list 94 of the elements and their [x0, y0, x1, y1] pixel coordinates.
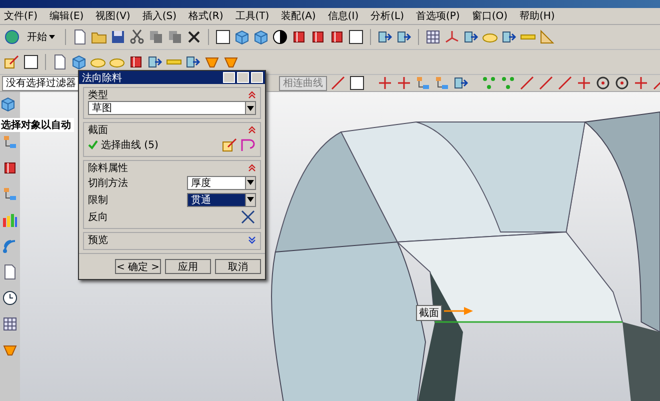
tree-icon[interactable]: [415, 75, 431, 91]
arrow-icon[interactable]: [396, 29, 412, 45]
sketch-icon[interactable]: [4, 54, 20, 70]
menu-item[interactable]: 分析(L): [370, 9, 404, 23]
line-icon[interactable]: [557, 75, 573, 91]
collapse-chevron-icon[interactable]: [248, 91, 256, 99]
cross-icon[interactable]: [186, 29, 202, 45]
menu-item[interactable]: 文件(F): [4, 9, 38, 23]
line-icon[interactable]: [330, 75, 346, 91]
dots-icon[interactable]: [481, 75, 497, 91]
tree-icon[interactable]: [434, 75, 450, 91]
plus-icon[interactable]: [576, 75, 592, 91]
block-icon[interactable]: [2, 160, 18, 176]
axes-icon[interactable]: [444, 29, 460, 45]
reverse-arrows-icon[interactable]: [240, 208, 256, 224]
square-icon[interactable]: [349, 75, 365, 91]
triangle-icon[interactable]: [539, 29, 555, 45]
copy-icon[interactable]: [148, 29, 164, 45]
sketch-icon[interactable]: [222, 136, 238, 152]
property-label: 限制: [88, 194, 108, 206]
arrow-icon[interactable]: [147, 54, 163, 70]
menu-item[interactable]: 装配(A): [281, 9, 316, 23]
tree-icon[interactable]: [2, 186, 18, 202]
menu-item[interactable]: 信息(I): [328, 9, 359, 23]
block-icon[interactable]: [329, 29, 345, 45]
menu-item[interactable]: 编辑(E): [50, 9, 84, 23]
property-dropdown[interactable]: 厚度: [187, 176, 256, 190]
dropdown-arrow-icon[interactable]: [247, 197, 254, 202]
menu-item[interactable]: 格式(R): [188, 9, 224, 23]
collapse-chevron-icon[interactable]: [248, 164, 256, 172]
menu-item[interactable]: 视图(V): [96, 9, 130, 23]
menu-item[interactable]: 插入(S): [142, 9, 176, 23]
cube-icon[interactable]: [253, 29, 269, 45]
arrow-icon[interactable]: [453, 75, 469, 91]
dialog-button[interactable]: < 确定 >: [115, 259, 161, 274]
dialog-button[interactable]: 取消: [215, 259, 261, 274]
plus-icon[interactable]: [633, 75, 649, 91]
grid-icon[interactable]: [425, 29, 441, 45]
selection-hint: 选择对象以自动: [0, 118, 74, 132]
selection-filter-dropdown[interactable]: 没有选择过滤器: [2, 76, 80, 90]
page-icon[interactable]: [52, 54, 68, 70]
tree-icon[interactable]: [2, 134, 18, 150]
globe-icon[interactable]: [4, 29, 20, 45]
select-curve-label[interactable]: 选择曲线 (5): [101, 138, 158, 152]
section-title: 除料属性: [88, 162, 128, 175]
menu-item[interactable]: 首选项(P): [416, 9, 460, 23]
circle-icon[interactable]: [614, 75, 630, 91]
dots-icon[interactable]: [500, 75, 516, 91]
line-icon[interactable]: [538, 75, 554, 91]
page-icon[interactable]: [72, 29, 88, 45]
square-icon[interactable]: [23, 54, 39, 70]
plus-icon[interactable]: [377, 75, 393, 91]
square-icon[interactable]: [348, 29, 364, 45]
caret-icon[interactable]: [49, 35, 55, 39]
bars-icon[interactable]: [2, 212, 18, 228]
menu-item[interactable]: 窗口(O): [472, 9, 508, 23]
section-title: 截面: [88, 124, 108, 137]
section-title: 类型: [88, 88, 108, 102]
dialog-title: 法向除料: [82, 72, 122, 84]
block-icon[interactable]: [291, 29, 307, 45]
clock-icon[interactable]: [2, 290, 18, 306]
dialog-button[interactable]: 应用: [165, 259, 211, 274]
dropdown-arrow-icon[interactable]: [247, 106, 254, 110]
direction-arrow-icon: [444, 306, 474, 316]
property-label: 反向: [88, 210, 108, 224]
arrow-icon[interactable]: [501, 29, 517, 45]
arrow-icon[interactable]: [463, 29, 479, 45]
disc-icon[interactable]: [272, 29, 288, 45]
square-icon[interactable]: [215, 29, 231, 45]
type-dropdown[interactable]: 草图: [88, 101, 256, 115]
line-icon[interactable]: [519, 75, 535, 91]
arrow-icon[interactable]: [185, 54, 201, 70]
circle-icon[interactable]: [595, 75, 611, 91]
menu-item[interactable]: 工具(T): [235, 9, 270, 23]
collapse-chevron-icon[interactable]: [248, 126, 256, 134]
block-icon[interactable]: [310, 29, 326, 45]
dropdown-arrow-icon[interactable]: [247, 180, 254, 185]
wave-icon[interactable]: [2, 238, 18, 254]
expand-chevron-icon[interactable]: [248, 236, 256, 244]
cube-icon[interactable]: [234, 29, 250, 45]
plus-icon[interactable]: [396, 75, 412, 91]
menu-item[interactable]: 帮助(H): [520, 9, 555, 23]
start-button[interactable]: 开始: [23, 30, 59, 44]
scissors-icon[interactable]: [129, 29, 145, 45]
section-label: 截面: [416, 305, 442, 321]
arrow-icon[interactable]: [377, 29, 393, 45]
section-title: 预览: [88, 234, 108, 247]
property-label: 切削方法: [88, 176, 128, 190]
block-icon[interactable]: [128, 54, 144, 70]
page-icon[interactable]: [2, 264, 18, 280]
curve-icon[interactable]: [240, 136, 256, 152]
grid-icon[interactable]: [2, 316, 18, 332]
cube-icon[interactable]: [71, 54, 87, 70]
property-dropdown[interactable]: 贯通: [187, 192, 256, 206]
